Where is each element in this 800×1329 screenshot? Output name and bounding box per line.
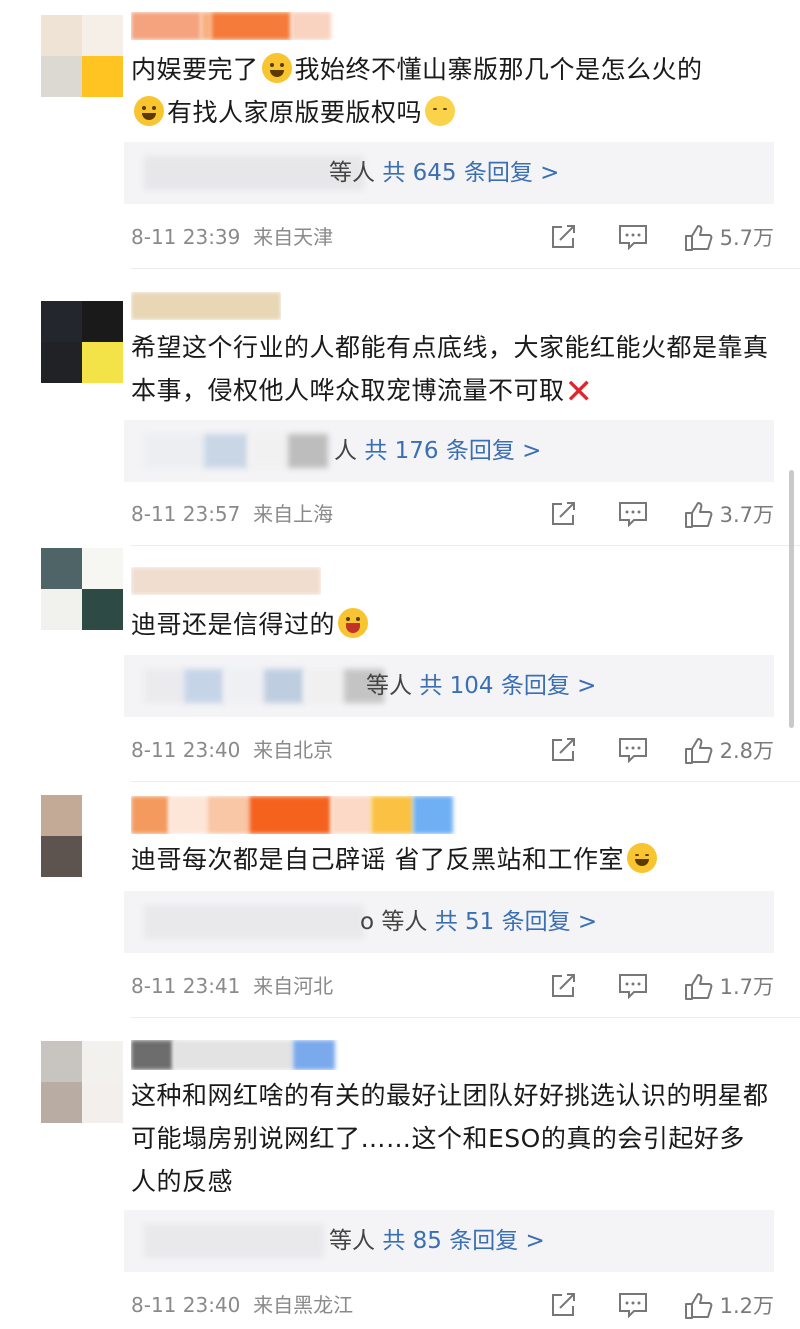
comment-text: 迪哥还是信得过的 — [131, 603, 770, 646]
username[interactable] — [131, 292, 281, 320]
comment-date: 8-11 23:39 — [131, 225, 241, 249]
comment-icon[interactable] — [618, 973, 648, 1000]
divider — [131, 1017, 800, 1018]
comment-location: 来自北京 — [253, 738, 334, 762]
laughing-face-emoji — [338, 608, 369, 638]
comment-text: 这种和网红啥的有关的最好让团队好好挑选认识的明星都可能塌房别说网红了……这个和E… — [131, 1081, 769, 1196]
comment-text: 迪哥每次都是自己辟谣 省了反黑站和工作室 — [131, 838, 770, 881]
comment-meta: 8-11 23:57 来自上海 3.7万 — [131, 499, 774, 529]
share-icon[interactable] — [550, 224, 580, 250]
comment-location: 来自天津 — [253, 225, 334, 249]
username[interactable] — [131, 12, 351, 40]
grinning-sweat-emoji — [261, 53, 292, 83]
reply-count-link[interactable]: 共 645 条回复 > — [382, 160, 559, 186]
reply-users-suffix: o 等人 — [360, 909, 428, 935]
scrollbar[interactable] — [789, 470, 794, 728]
thumbs-up-icon[interactable] — [684, 1292, 714, 1319]
reply-summary[interactable]: 人 共 176 条回复 > — [124, 420, 774, 482]
username[interactable] — [131, 567, 321, 595]
thumbs-up-icon[interactable] — [684, 737, 714, 764]
comment-date: 8-11 23:40 — [131, 1293, 241, 1317]
reply-summary[interactable]: 等人 共 645 条回复 > — [124, 142, 774, 204]
reply-summary[interactable]: 等人 共 85 条回复 > — [124, 1210, 774, 1272]
reply-count-link[interactable]: 共 104 条回复 > — [419, 673, 596, 699]
comment-location: 来自上海 — [253, 502, 334, 526]
comment-meta: 8-11 23:40 来自黑龙江 1.2万 — [131, 1290, 774, 1320]
thumbs-up-icon[interactable] — [684, 501, 714, 528]
avatar[interactable] — [41, 15, 123, 97]
reply-usernames — [144, 1224, 324, 1258]
share-icon[interactable] — [550, 1292, 580, 1318]
like-count: 2.8万 — [719, 739, 774, 763]
like-count: 1.7万 — [719, 975, 774, 999]
reply-users-suffix: 人 — [334, 438, 357, 464]
like-count: 3.7万 — [719, 503, 774, 527]
avatar[interactable] — [41, 795, 123, 877]
reply-summary[interactable]: o 等人 共 51 条回复 > — [124, 891, 774, 953]
share-icon[interactable] — [550, 737, 580, 763]
comment-icon[interactable] — [618, 224, 648, 251]
comment-icon[interactable] — [618, 737, 648, 764]
avatar[interactable] — [41, 548, 123, 630]
divider — [131, 781, 800, 782]
comment-location: 来自河北 — [253, 974, 334, 998]
reply-count-link[interactable]: 共 85 条回复 > — [382, 1228, 544, 1254]
reply-count-link[interactable]: 共 176 条回复 > — [364, 438, 541, 464]
comment-meta: 8-11 23:39 来自天津 5.7万 — [131, 222, 774, 252]
thumbs-up-icon[interactable] — [684, 973, 714, 1000]
like-count: 1.2万 — [719, 1294, 774, 1318]
comment-location: 来自黑龙江 — [253, 1293, 354, 1317]
red-x-emoji: ✕ — [564, 372, 594, 412]
username[interactable] — [131, 796, 461, 834]
reply-usernames — [144, 905, 364, 939]
like-count: 5.7万 — [719, 226, 774, 250]
reply-count-link[interactable]: 共 51 条回复 > — [435, 909, 597, 935]
sleepy-face-emoji — [425, 96, 456, 126]
reply-summary[interactable]: 等人 共 104 条回复 > — [124, 655, 774, 717]
comment-date: 8-11 23:40 — [131, 738, 241, 762]
avatar[interactable] — [41, 301, 123, 383]
avatar[interactable] — [41, 1041, 123, 1123]
reply-usernames — [144, 434, 328, 468]
comment-icon[interactable] — [618, 501, 648, 528]
reply-usernames — [144, 669, 384, 703]
comment-meta: 8-11 23:40 来自北京 2.8万 — [131, 735, 774, 765]
thumbs-up-icon[interactable] — [684, 224, 714, 251]
divider — [131, 545, 800, 546]
share-icon[interactable] — [550, 973, 580, 999]
comment-date: 8-11 23:57 — [131, 502, 241, 526]
comment-feed: { "comments": [ { "name_blur_colors": ["… — [0, 0, 800, 1329]
comment-icon[interactable] — [618, 1292, 648, 1319]
share-icon[interactable] — [550, 501, 580, 527]
reply-users-suffix: 等人 — [366, 673, 412, 699]
reply-users-suffix: 等人 — [329, 1228, 375, 1254]
username[interactable] — [131, 1040, 371, 1070]
comment-text: 希望这个行业的人都能有点底线，大家能红能火都是靠真本事，侵权他人哗众取宠博流量不… — [131, 333, 769, 412]
comment-text: 内娱要完了 我始终不懂山寨版那几个是怎么火的 有找人家原版要版权吗 — [131, 53, 703, 127]
crying-laughing-emoji — [626, 843, 657, 873]
reply-users-suffix: 等人 — [329, 160, 375, 186]
comment-date: 8-11 23:41 — [131, 974, 241, 998]
grinning-sweat-emoji — [134, 96, 164, 126]
comment-meta: 8-11 23:41 来自河北 1.7万 — [131, 971, 774, 1001]
divider — [131, 268, 800, 269]
